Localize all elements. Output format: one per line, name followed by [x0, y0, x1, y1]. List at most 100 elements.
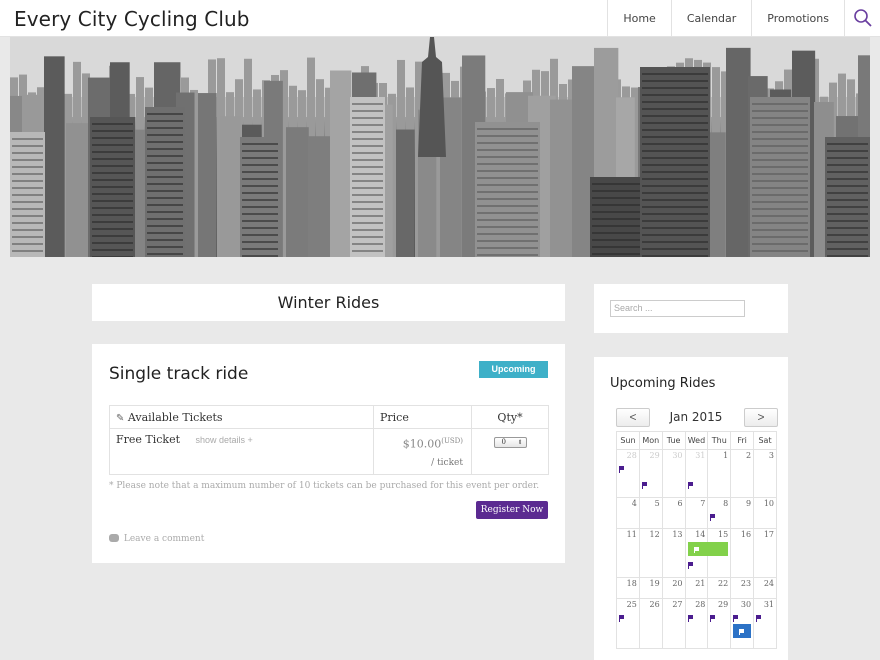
calendar-day[interactable]: 29 — [638, 449, 663, 498]
calendar-grid: Sun Mon Tue Wed Thu Fri Sat 28 29 30 31 … — [616, 431, 777, 649]
calendar-day[interactable]: 3 — [753, 449, 777, 498]
event-flag-icon[interactable] — [687, 480, 706, 489]
calendar-day-number: 16 — [740, 530, 752, 539]
calendar-day-number: 7 — [700, 499, 706, 508]
site-title[interactable]: Every City Cycling Club — [14, 7, 250, 31]
calendar-day[interactable]: 18 — [616, 577, 640, 599]
search-icon — [854, 9, 872, 27]
leave-comment-link[interactable]: Leave a comment — [109, 534, 204, 544]
nav-item-promotions[interactable]: Promotions — [751, 0, 844, 37]
status-badge: Upcoming — [479, 361, 548, 378]
calendar-week: 28 29 30 31 1 2 3 — [616, 449, 777, 498]
calendar-day-number: 3 — [768, 451, 774, 460]
calendar-day[interactable]: 27 — [661, 598, 686, 649]
tickets-header-price: Price — [373, 405, 472, 429]
calendar-day[interactable]: 5 — [638, 497, 663, 529]
ticket-price-cell: $10.00(USD) / ticket — [373, 428, 472, 475]
calendar-day[interactable]: 22 — [707, 577, 732, 599]
calendar-day[interactable]: 30 — [730, 598, 755, 649]
calendar-day[interactable]: 2 — [730, 449, 755, 498]
calendar-day[interactable]: 30 — [661, 449, 686, 498]
calendar-day[interactable]: 10 — [753, 497, 777, 529]
calendar-day-number: 22 — [718, 579, 729, 588]
calendar-day-number: 8 — [723, 499, 729, 508]
calendar-day-number: 21 — [695, 579, 706, 588]
calendar-day-number: 28 — [695, 600, 706, 609]
show-details-link[interactable]: show details + — [196, 435, 253, 445]
ticket-qty-cell: 0 ⇕ — [471, 428, 549, 475]
weekday-sat: Sat — [753, 431, 777, 450]
calendar-day[interactable]: 4 — [616, 497, 640, 529]
calendar-day[interactable]: 12 — [638, 528, 663, 578]
nav-item-home[interactable]: Home — [607, 0, 670, 37]
calendar-day[interactable]: 28 — [616, 449, 640, 498]
calendar-day-number: 29 — [718, 600, 729, 609]
calendar-day[interactable]: 20 — [661, 577, 686, 599]
calendar-day[interactable]: 28 — [684, 598, 709, 649]
calendar-prev-button[interactable]: < — [616, 408, 650, 427]
event-flag-icon[interactable] — [756, 613, 774, 622]
calendar-day[interactable]: 17 — [753, 528, 777, 578]
calendar-day[interactable]: 24 — [753, 577, 777, 599]
ticket-per-label: / ticket — [431, 457, 463, 468]
calendar-month-label: Jan 2015 — [669, 410, 723, 424]
event-flag-icon[interactable] — [641, 480, 660, 489]
quantity-select-value: 0 — [501, 438, 506, 446]
leave-comment-label: Leave a comment — [123, 534, 205, 544]
calendar-day-number: 26 — [649, 600, 660, 609]
search-widget: Search ... — [594, 284, 788, 333]
event-title[interactable]: Single track ride — [109, 364, 248, 384]
search-toggle-button[interactable] — [844, 0, 880, 37]
calendar-day[interactable]: 9 — [730, 497, 755, 529]
calendar-day[interactable]: 1 — [707, 449, 732, 498]
event-flag-icon[interactable] — [619, 613, 637, 622]
calendar-week: 18 19 20 21 22 23 24 — [616, 577, 777, 599]
event-card: Single track ride Upcoming ✎ Available T… — [92, 344, 565, 563]
calendar-day-number: 12 — [649, 530, 660, 539]
calendar-day[interactable]: 19 — [638, 577, 663, 599]
calendar-day[interactable]: 26 — [638, 598, 663, 649]
tickets-table: ✎ Available Tickets Price Qty* Free Tick… — [109, 405, 549, 475]
calendar-day-number: 11 — [626, 530, 637, 539]
search-input[interactable]: Search ... — [610, 300, 745, 317]
calendar-day-number: 6 — [677, 499, 683, 508]
ticket-name: Free Ticket — [116, 433, 181, 446]
calendar-day[interactable]: 11 — [616, 528, 640, 578]
calendar-day-number: 31 — [763, 600, 774, 609]
main-nav: Home Calendar Promotions — [607, 0, 880, 37]
page-title-card: Winter Rides — [92, 284, 565, 321]
event-flag-icon[interactable] — [619, 464, 637, 473]
calendar-day-number: 27 — [672, 600, 683, 609]
event-flag-icon[interactable] — [687, 613, 706, 622]
calendar-day[interactable]: 25 — [616, 598, 640, 649]
calendar-day[interactable]: 31 — [684, 449, 709, 498]
nav-item-calendar[interactable]: Calendar — [670, 0, 751, 37]
calendar-day[interactable]: 16 — [730, 528, 755, 578]
event-highlight[interactable] — [733, 624, 752, 638]
calendar-title: Upcoming Rides — [610, 376, 716, 391]
calendar-day[interactable]: 31 — [753, 598, 777, 649]
event-flag-icon[interactable] — [710, 613, 728, 622]
calendar-day[interactable]: 8 — [707, 497, 732, 529]
calendar-day[interactable]: 21 — [684, 577, 709, 599]
calendar-day[interactable]: 7 — [684, 497, 709, 529]
multi-day-event-bar[interactable] — [687, 542, 728, 556]
event-flag-icon[interactable] — [710, 512, 728, 521]
city-skyline-image — [10, 37, 870, 257]
calendar-day[interactable]: 29 — [707, 598, 732, 649]
event-flag-icon[interactable] — [687, 560, 706, 569]
calendar-next-button[interactable]: > — [744, 408, 778, 427]
calendar-day-number: 24 — [763, 579, 774, 588]
top-bar: Every City Cycling Club Home Calendar Pr… — [0, 0, 880, 37]
event-flag-icon[interactable] — [733, 613, 751, 622]
calendar-day[interactable]: 23 — [730, 577, 755, 599]
table-row: Free Ticket show details + $10.00(USD) /… — [109, 428, 549, 475]
calendar-day-number: 14 — [695, 530, 706, 539]
calendar-day[interactable]: 6 — [661, 497, 686, 529]
quantity-select[interactable]: 0 ⇕ — [493, 437, 527, 448]
calendar-day[interactable]: 14 — [684, 528, 728, 578]
weekday-wed: Wed — [684, 431, 709, 450]
calendar-day[interactable]: 13 — [661, 528, 686, 578]
max-tickets-note: * Please note that a maximum number of 1… — [109, 481, 540, 491]
register-now-button[interactable]: Register Now — [476, 501, 548, 519]
